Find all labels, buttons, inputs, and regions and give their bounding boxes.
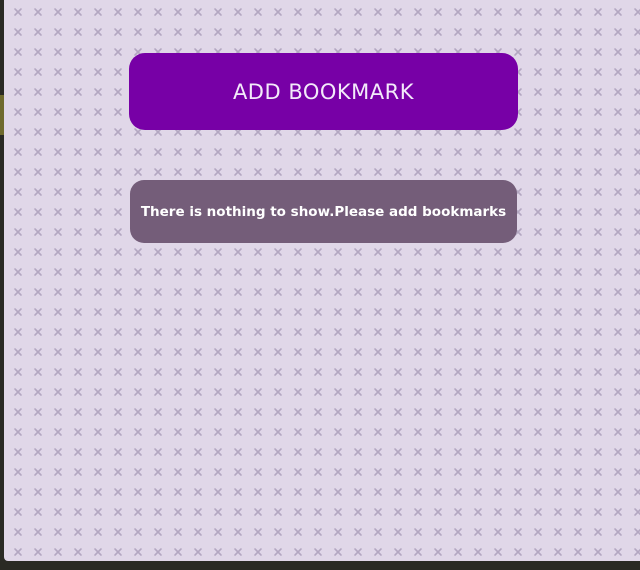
add-bookmark-button[interactable]: ADD BOOKMARK <box>129 53 518 130</box>
empty-state-message: There is nothing to show.Please add book… <box>130 180 517 243</box>
